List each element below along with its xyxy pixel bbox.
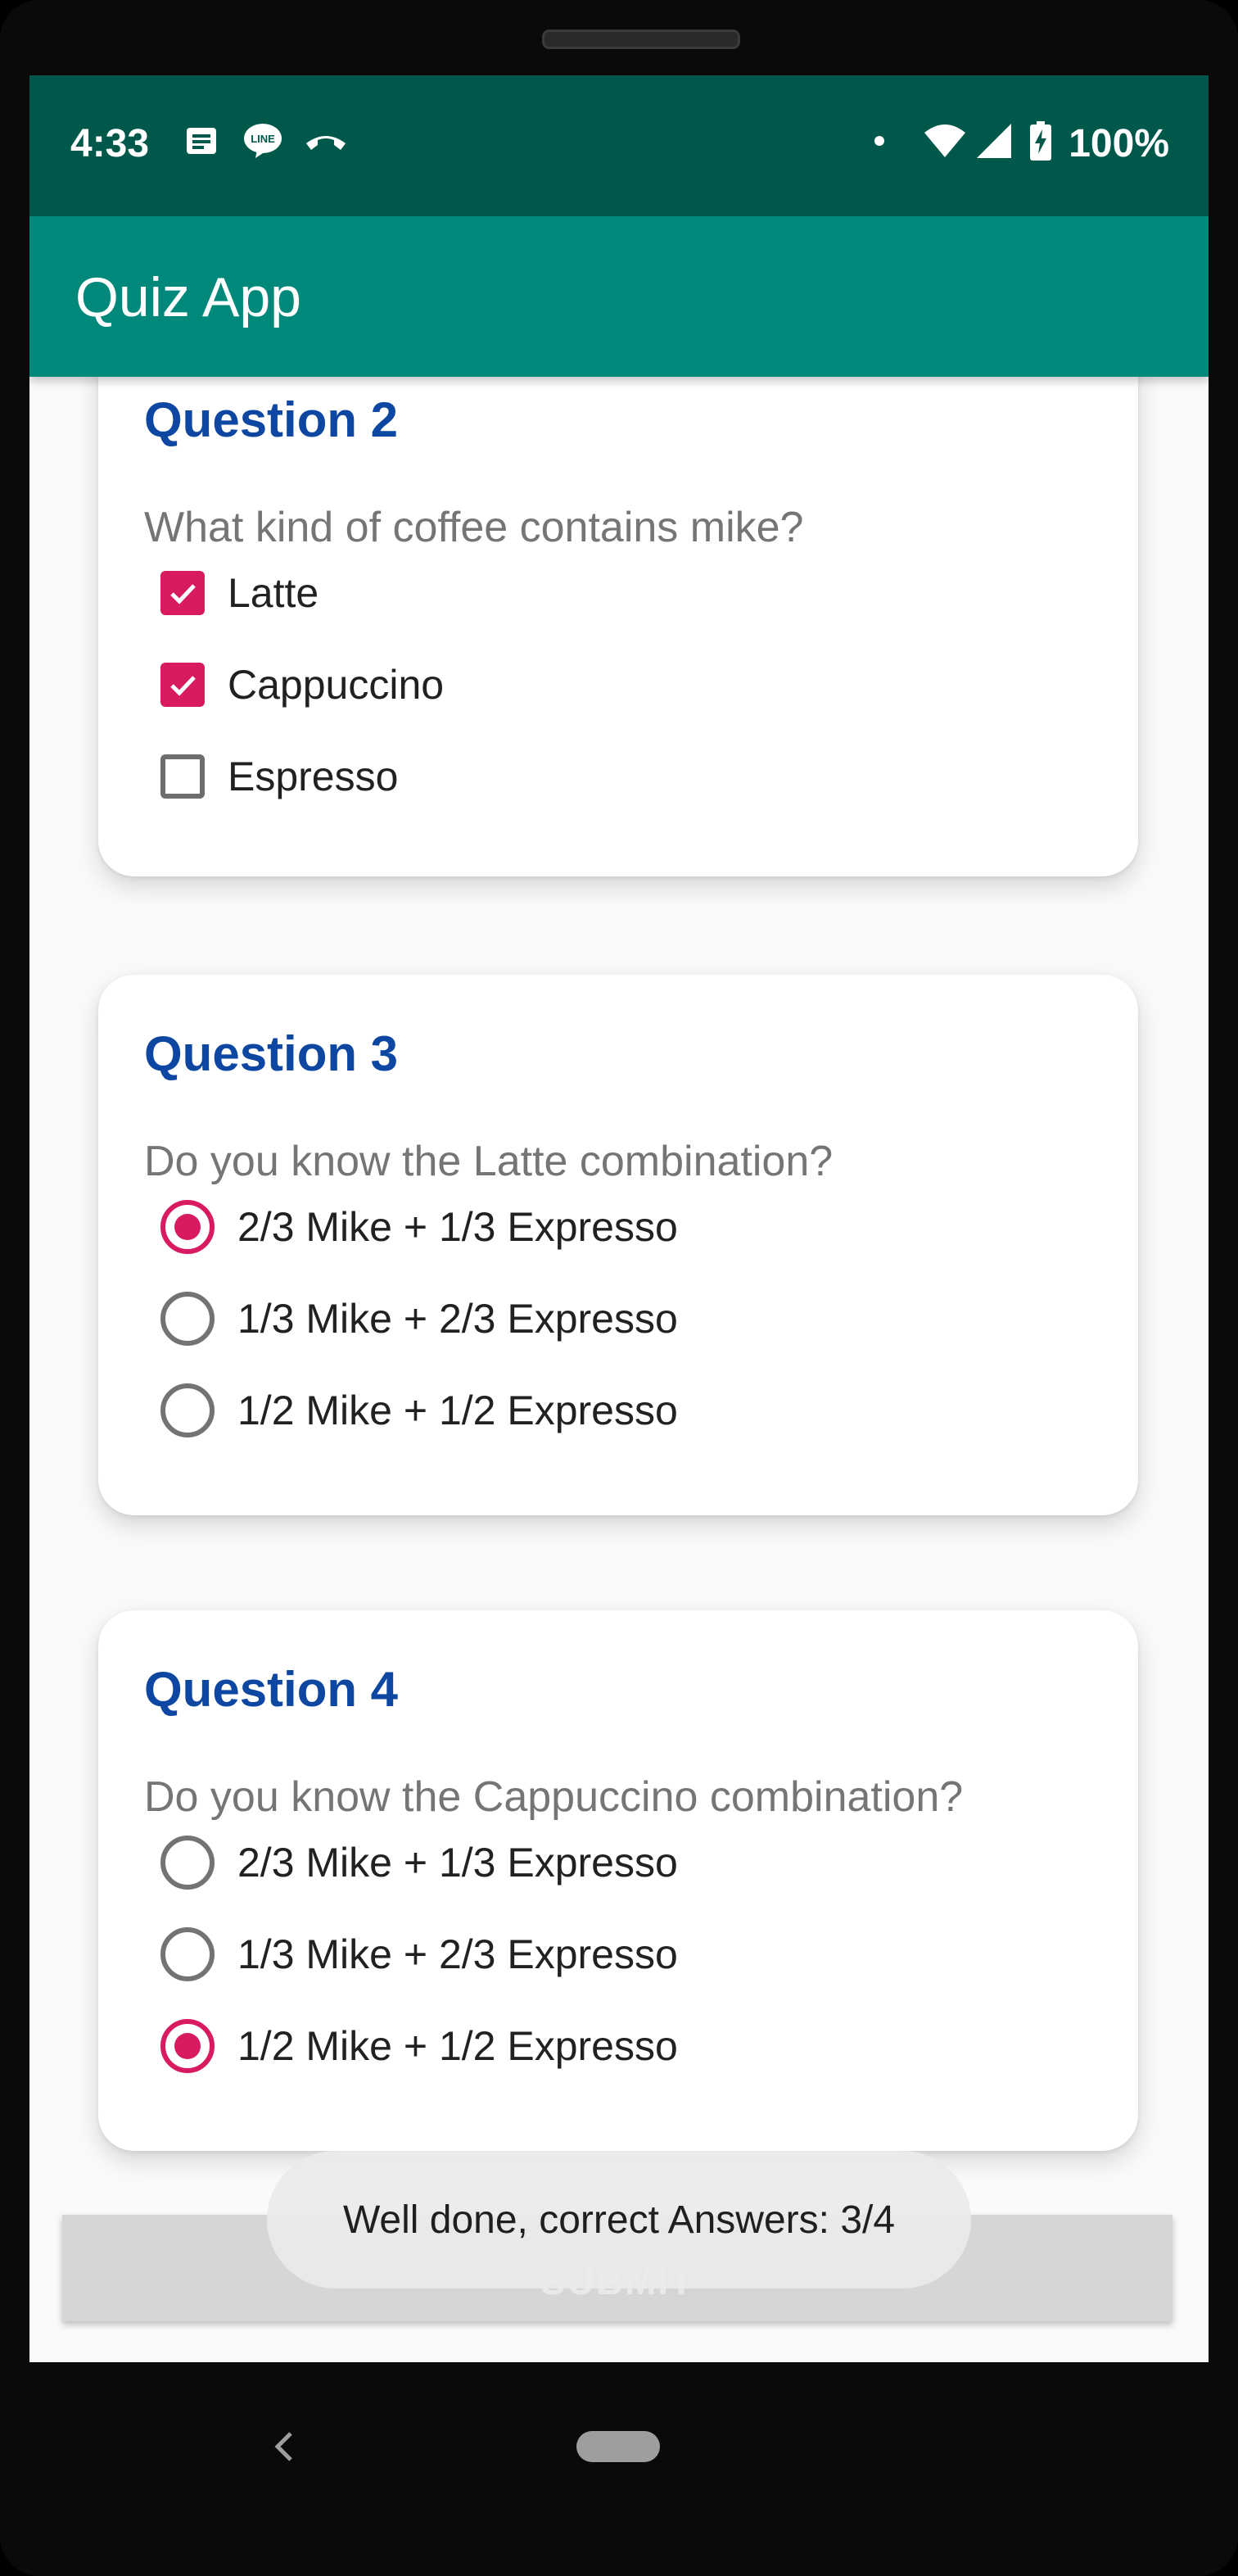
question-card-2: Question 2 What kind of coffee contains … [98,377,1138,876]
speaker-grille [542,29,740,49]
question-text: What kind of coffee contains mike? [144,504,804,551]
app-bar: Quiz App [29,216,1209,377]
radio-selected[interactable] [160,1200,215,1254]
question-title: Question 3 [144,1026,399,1081]
checkbox-unchecked[interactable] [160,754,205,799]
app-title: Quiz App [75,266,301,328]
home-pill-icon[interactable] [576,2431,660,2462]
line-app-icon: LINE [241,118,285,164]
radio-option[interactable]: 2/3 Mike + 1/3 Expresso [160,1830,678,1895]
checkbox-option-cappuccino[interactable]: Cappuccino [160,652,444,718]
checkbox-checked[interactable] [160,571,205,615]
quiz-scroll-view[interactable]: Question 2 What kind of coffee contains … [29,377,1209,2362]
radio-unselected[interactable] [160,1836,215,1890]
screen: 4:33 LINE 100% Quiz App Question 2 What … [29,75,1209,2362]
battery-charging-icon [1027,118,1055,164]
radio-selected[interactable] [160,2019,215,2073]
question-title: Question 4 [144,1662,399,1717]
radio-unselected[interactable] [160,1292,215,1346]
dot-icon [871,118,888,164]
question-text: Do you know the Cappuccino combination? [144,1773,964,1821]
option-label: Latte [228,570,319,616]
option-label: 1/3 Mike + 2/3 Expresso [237,1296,678,1342]
option-label: 1/2 Mike + 1/2 Expresso [237,1388,678,1433]
question-title: Question 2 [144,392,399,447]
message-icon [182,118,221,164]
call-icon [301,118,350,164]
signal-icon [973,118,1015,164]
wifi-icon [922,118,968,164]
radio-option[interactable]: 1/2 Mike + 1/2 Expresso [160,2013,678,2079]
question-text: Do you know the Latte combination? [144,1138,834,1185]
checkbox-option-latte[interactable]: Latte [160,560,319,626]
radio-option[interactable]: 2/3 Mike + 1/3 Expresso [160,1194,678,1260]
radio-option[interactable]: 1/2 Mike + 1/2 Expresso [160,1378,678,1443]
question-card-4: Question 4 Do you know the Cappuccino co… [98,1610,1138,2151]
back-icon[interactable] [255,2418,313,2475]
option-label: 2/3 Mike + 1/3 Expresso [237,1204,678,1250]
option-label: Cappuccino [228,662,445,708]
option-label: 2/3 Mike + 1/3 Expresso [237,1840,678,1886]
radio-unselected[interactable] [160,1927,215,1981]
radio-option[interactable]: 1/3 Mike + 2/3 Expresso [160,1286,678,1351]
status-time: 4:33 [70,122,150,165]
navigation-bar [0,2362,1238,2526]
option-label: 1/2 Mike + 1/2 Expresso [237,2023,678,2069]
option-label: 1/3 Mike + 2/3 Expresso [237,1931,678,1977]
option-label: Espresso [228,754,399,799]
checkbox-option-espresso[interactable]: Espresso [160,744,398,809]
status-bar: 4:33 LINE 100% [29,75,1209,216]
svg-text:LINE: LINE [251,133,275,145]
radio-option[interactable]: 1/3 Mike + 2/3 Expresso [160,1922,678,1987]
battery-percentage: 100% [1069,122,1169,165]
checkbox-checked[interactable] [160,663,205,707]
phone-frame: 4:33 LINE 100% Quiz App Question 2 What … [0,0,1238,2576]
toast-message: Well done, correct Answers: 3/4 [267,2151,971,2289]
question-card-3: Question 3 Do you know the Latte combina… [98,975,1138,1515]
radio-unselected[interactable] [160,1383,215,1437]
